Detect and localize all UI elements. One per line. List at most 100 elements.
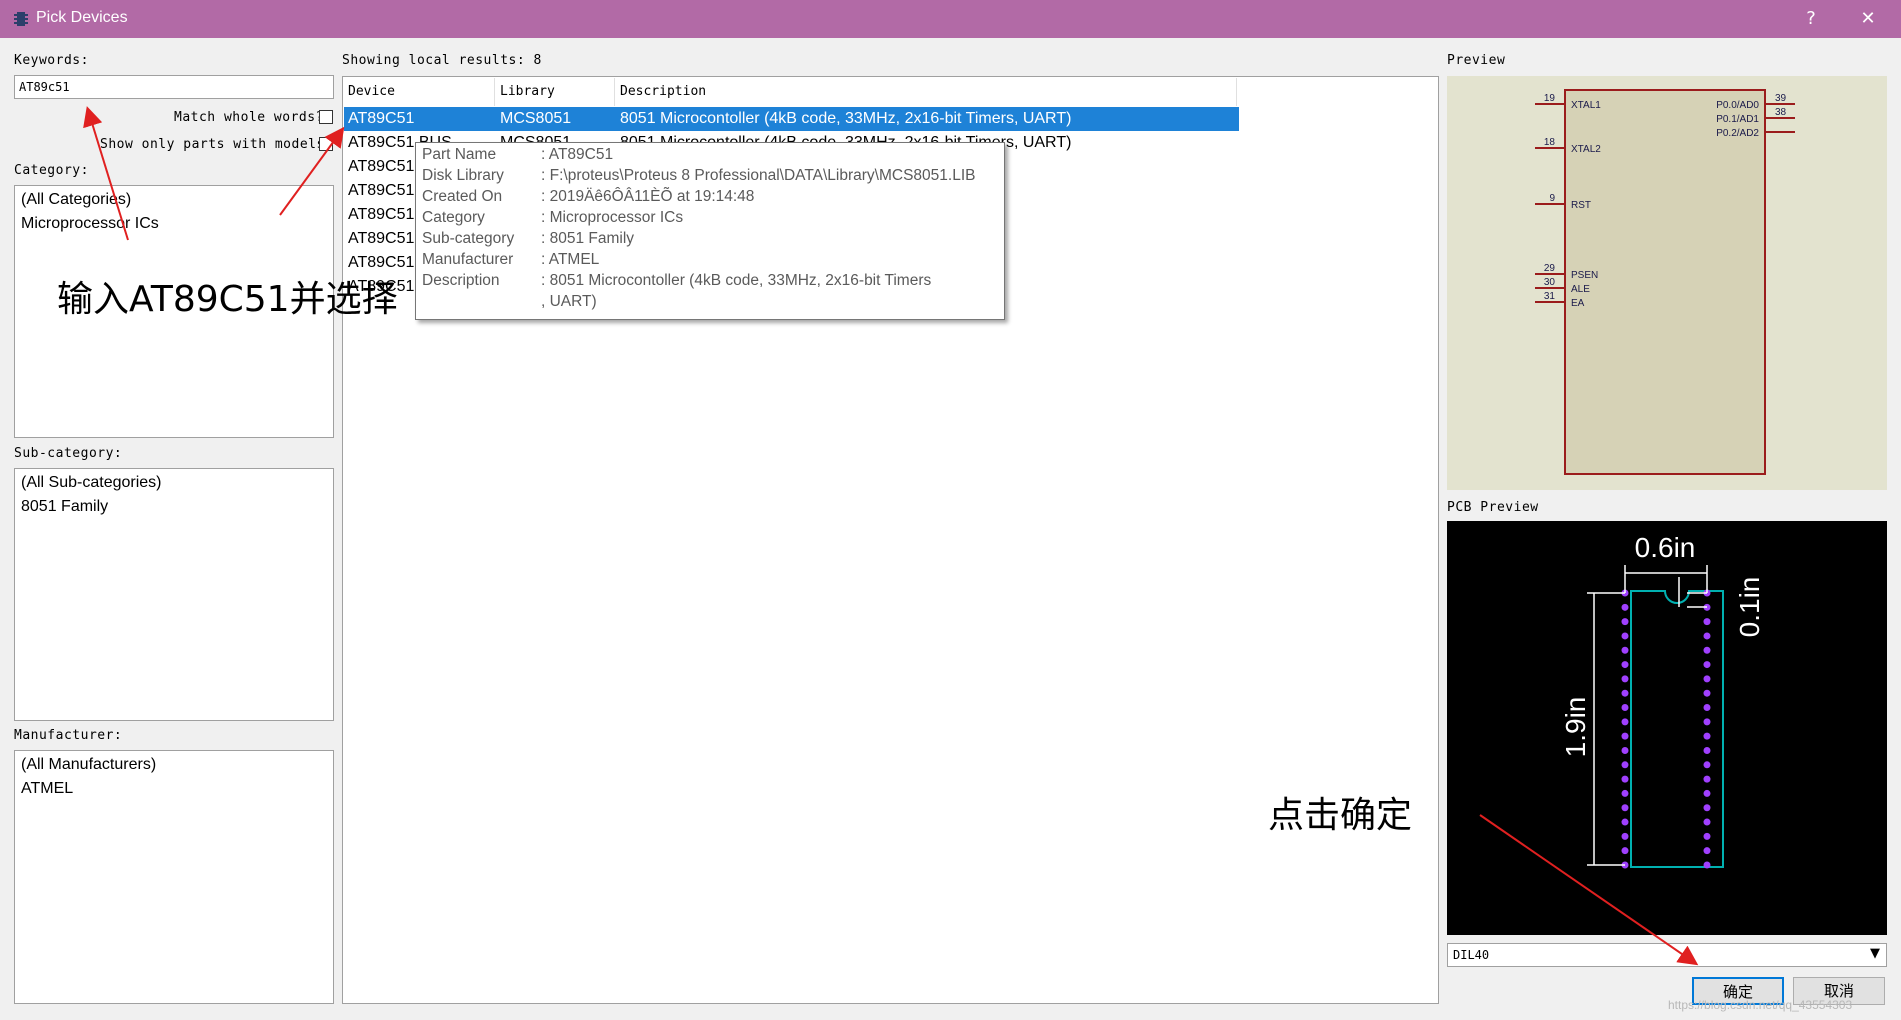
manufacturer-item-all[interactable]: (All Manufacturers)	[21, 756, 156, 774]
result-device: AT89C51	[348, 110, 415, 127]
schematic-pin-name: PSEN	[1571, 270, 1598, 281]
schematic-pin-name: P0.0/AD0	[1716, 100, 1759, 111]
schematic-symbol: 19 XTAL1 18 XTAL2 9 RST 29 PSEN 30 ALE 31 EA 39 P0.0…	[1535, 89, 1795, 475]
schematic-pin-number: 38	[1775, 107, 1787, 118]
schematic-pin-name: P0.2/AD2	[1716, 128, 1759, 139]
pcb-pad	[1621, 732, 1629, 740]
pcb-pad	[1621, 789, 1629, 797]
category-item-all[interactable]: (All Categories)	[21, 191, 131, 209]
pcb-pad	[1703, 775, 1711, 783]
pcb-width-label: 0.6in	[1635, 532, 1696, 563]
schematic-pin-name: ALE	[1571, 284, 1590, 295]
schematic-pin-number: 30	[1544, 277, 1556, 288]
show-only-models-checkbox[interactable]	[319, 137, 333, 151]
pcb-pad	[1621, 689, 1629, 697]
pcb-pitch-label: 0.1in	[1734, 577, 1765, 638]
pcb-pad	[1621, 704, 1629, 712]
tooltip-created-on-value: : 2019Äê6ÔÂ11ÈÕ at 19:14:48	[541, 188, 755, 205]
schematic-pin-name: XTAL2	[1571, 144, 1601, 155]
tooltip-description-value-cont: , UART)	[541, 293, 597, 310]
manufacturer-list[interactable]: (All Manufacturers) ATMEL	[14, 750, 334, 1004]
category-label: Category:	[14, 163, 89, 178]
pcb-pad	[1621, 847, 1629, 855]
tooltip-manufacturer-key: Manufacturer	[422, 251, 514, 268]
pcb-pad	[1703, 832, 1711, 840]
pcb-pad	[1703, 675, 1711, 683]
tooltip-disk-library-key: Disk Library	[422, 167, 504, 184]
pcb-pad	[1703, 746, 1711, 754]
match-whole-words-checkbox[interactable]	[319, 110, 333, 124]
pcb-pad	[1703, 718, 1711, 726]
pcb-pad	[1703, 732, 1711, 740]
subcategory-item-all[interactable]: (All Sub-categories)	[21, 474, 162, 492]
schematic-pin-number: 31	[1544, 291, 1556, 302]
schematic-pin-number: 29	[1544, 263, 1556, 274]
pcb-pad	[1703, 789, 1711, 797]
pcb-pad	[1703, 818, 1711, 826]
annotation-click-hint: 点击确定	[1268, 795, 1413, 836]
pcb-pad	[1621, 832, 1629, 840]
result-description: 8051 Microcontoller (4kB code, 33MHz, 2x…	[620, 110, 1072, 127]
manufacturer-label: Manufacturer:	[14, 728, 123, 743]
pcb-pad	[1703, 646, 1711, 654]
pcb-pad	[1703, 618, 1711, 626]
subcategory-item-8051[interactable]: 8051 Family	[21, 498, 108, 516]
tooltip-part-name-key: Part Name	[422, 146, 497, 163]
package-select[interactable]: DIL40 ▼	[1447, 943, 1887, 967]
pcb-pad	[1621, 761, 1629, 769]
result-library: MCS8051	[500, 110, 572, 127]
result-row[interactable]: AT89C51 MCS8051 8051 Microcontoller (4kB c…	[344, 107, 1239, 131]
window-title: Pick Devices	[36, 9, 128, 26]
manufacturer-item-atmel[interactable]: ATMEL	[21, 780, 73, 798]
tooltip-subcategory-key: Sub-category	[422, 230, 515, 247]
chevron-down-icon: ▼	[1870, 946, 1880, 961]
pcb-preview-label: PCB Preview	[1447, 500, 1539, 515]
pcb-pad	[1621, 675, 1629, 683]
pcb-pad	[1703, 661, 1711, 669]
keywords-label: Keywords:	[14, 53, 89, 68]
schematic-pin-number: 18	[1544, 137, 1556, 148]
pcb-length-label: 1.9in	[1560, 697, 1591, 758]
pcb-pad	[1703, 861, 1711, 869]
pcb-pad	[1621, 746, 1629, 754]
pcb-pad	[1621, 603, 1629, 611]
proteus-app-icon	[14, 12, 28, 26]
results-count-label: Showing local results: 8	[342, 53, 542, 68]
keywords-value: AT89c51	[19, 80, 70, 94]
tooltip-category-value: : Microprocessor ICs	[541, 209, 684, 226]
schematic-pin-name: RST	[1571, 200, 1591, 211]
tooltip-description-value: : 8051 Microcontoller (4kB code, 33MHz, …	[541, 272, 932, 289]
pcb-pad	[1621, 646, 1629, 654]
pcb-pad	[1621, 804, 1629, 812]
schematic-pin-number: 39	[1775, 93, 1787, 104]
tooltip-subcategory-value: : 8051 Family	[541, 230, 635, 247]
subcategory-label: Sub-category:	[14, 446, 123, 461]
watermark: https://blog.csdn.net/qq_43554303	[1668, 998, 1853, 1012]
pcb-pad	[1621, 775, 1629, 783]
pcb-package-outline	[1630, 590, 1724, 868]
pcb-pad	[1703, 704, 1711, 712]
help-button[interactable]: ?	[1788, 0, 1834, 38]
pcb-pad	[1703, 804, 1711, 812]
annotation-input-hint: 输入AT89C51并选择	[57, 279, 398, 320]
tooltip-created-on-key: Created On	[422, 188, 503, 205]
column-header-description[interactable]: Description	[615, 78, 1237, 106]
preview-label: Preview	[1447, 53, 1506, 68]
tooltip-category-key: Category	[422, 209, 485, 226]
pcb-pad	[1621, 718, 1629, 726]
schematic-preview: 19 XTAL1 18 XTAL2 9 RST 29 PSEN 30 ALE 31 EA 39 P0.0…	[1447, 76, 1887, 490]
pcb-pad	[1703, 632, 1711, 640]
show-only-models-label: Show only parts with models?	[100, 137, 334, 152]
subcategory-list[interactable]: (All Sub-categories) 8051 Family	[14, 468, 334, 721]
close-button[interactable]: ✕	[1845, 0, 1891, 38]
column-header-device[interactable]: Device	[343, 78, 495, 106]
category-item-microprocessor[interactable]: Microprocessor ICs	[21, 215, 159, 233]
keywords-input[interactable]: AT89c51	[14, 75, 334, 99]
tooltip-part-name-value: : AT89C51	[541, 146, 614, 163]
schematic-pin-name: EA	[1571, 298, 1585, 309]
title-bar: Pick Devices ? ✕	[0, 0, 1901, 38]
tooltip-manufacturer-value: : ATMEL	[541, 251, 600, 268]
pcb-pad	[1621, 618, 1629, 626]
column-header-library[interactable]: Library	[495, 78, 615, 106]
schematic-pin-number: 9	[1549, 193, 1555, 204]
